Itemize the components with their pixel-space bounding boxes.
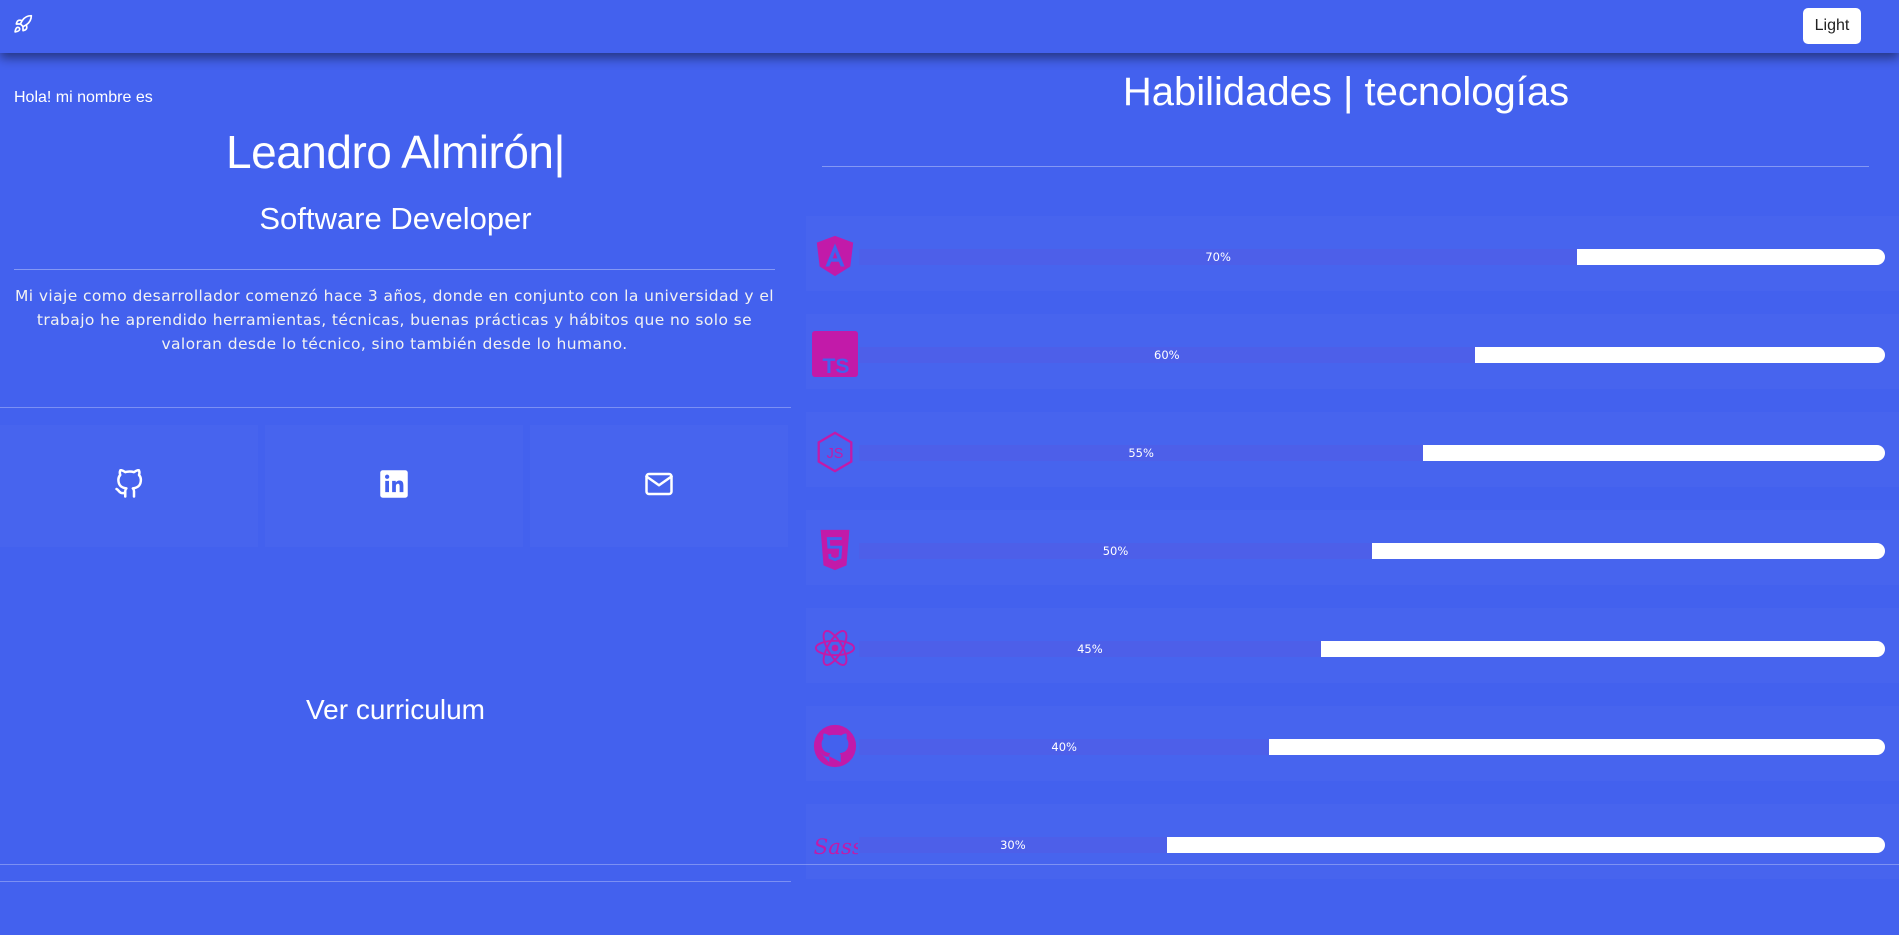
angular-icon xyxy=(811,232,859,280)
skill-row-sass: Sass 30% xyxy=(806,804,1899,879)
github-link[interactable] xyxy=(0,425,258,547)
view-cv-link[interactable]: Ver curriculum xyxy=(0,694,791,726)
skills-title: Habilidades | tecnologías xyxy=(1122,70,1570,114)
divider xyxy=(0,881,791,882)
skill-percent-label: 50% xyxy=(1102,544,1129,558)
skill-row-html5: 50% xyxy=(806,510,1899,585)
skill-bar-track: 55% xyxy=(859,445,1885,461)
skill-bar-fill: 45% xyxy=(859,641,1321,657)
navbar: Light xyxy=(0,0,1899,53)
skill-percent-label: 30% xyxy=(1000,838,1026,852)
skill-bar-fill: 70% xyxy=(859,249,1578,265)
skill-bar-fill: 60% xyxy=(859,347,1475,363)
skill-bar-track: 60% xyxy=(859,347,1885,363)
developer-name: Leandro Almirón| xyxy=(226,126,565,178)
svg-text:JS: JS xyxy=(827,446,844,462)
skill-percent-label: 70% xyxy=(1205,250,1231,264)
skill-percent-label: 55% xyxy=(1128,446,1154,460)
greeting-text: Hola! mi nombre es xyxy=(14,89,153,106)
skill-bar-track: 70% xyxy=(859,249,1885,265)
bio-text: Mi viaje como desarrollador comenzó hace… xyxy=(15,287,774,353)
theme-toggle-button[interactable]: Light xyxy=(1803,8,1861,44)
skill-bar-track: 45% xyxy=(859,641,1885,657)
sass-icon: Sass xyxy=(811,820,859,868)
linkedin-icon xyxy=(379,469,409,503)
skill-row-nodejs: JS 55% xyxy=(806,412,1899,487)
skill-row-react: 45% xyxy=(806,608,1899,683)
github-icon xyxy=(114,468,144,503)
mail-icon xyxy=(644,469,674,503)
svg-text:TS: TS xyxy=(822,355,849,377)
html5-icon xyxy=(811,526,859,574)
skill-bar-fill: 40% xyxy=(859,739,1270,755)
hero-section: Hola! mi nombre es Leandro Almirón| Soft… xyxy=(0,53,791,883)
email-link[interactable] xyxy=(530,425,788,547)
skill-row-angular: 70% xyxy=(806,216,1899,291)
divider xyxy=(14,269,775,270)
nodejs-icon: JS xyxy=(811,428,859,476)
divider xyxy=(0,407,791,408)
skill-row-github: 40% xyxy=(806,706,1899,781)
skill-bar-track: 50% xyxy=(859,543,1885,559)
skill-bar-fill: 30% xyxy=(859,837,1167,853)
svg-text:Sass: Sass xyxy=(814,835,858,860)
skill-percent-label: 45% xyxy=(1077,642,1103,656)
skill-bar-track: 40% xyxy=(859,739,1885,755)
rocket-icon[interactable] xyxy=(13,14,33,34)
skill-bar-track: 30% xyxy=(859,837,1885,853)
skill-row-typescript: TS 60% xyxy=(806,314,1899,389)
skill-percent-label: 40% xyxy=(1051,740,1077,754)
github-icon xyxy=(811,722,859,770)
divider xyxy=(822,166,1869,167)
skill-percent-label: 60% xyxy=(1154,348,1180,362)
typescript-icon: TS xyxy=(811,330,859,378)
developer-role: Software Developer xyxy=(259,201,532,236)
linkedin-link[interactable] xyxy=(265,425,523,547)
skill-bar-fill: 55% xyxy=(859,445,1424,461)
skill-bar-fill: 50% xyxy=(859,543,1372,559)
react-icon xyxy=(811,624,859,672)
